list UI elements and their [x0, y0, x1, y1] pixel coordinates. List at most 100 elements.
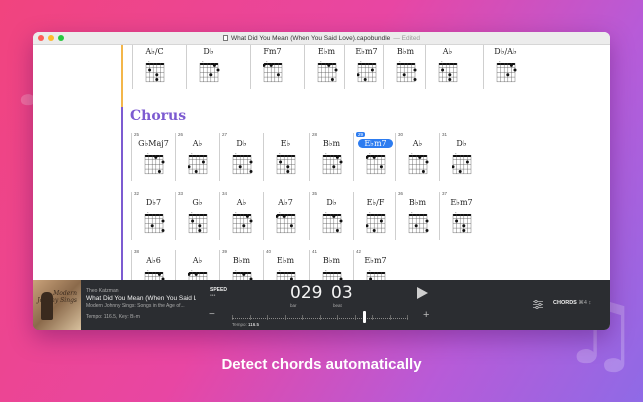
- chord-diagram: ×: [188, 269, 208, 280]
- chord-cell[interactable]: 31 D♭ ×: [439, 132, 483, 181]
- chord-diagram: ×: [188, 152, 208, 174]
- svg-text:×: ×: [455, 152, 457, 156]
- measure-number: 31: [442, 132, 448, 137]
- chord-cell[interactable]: 34 A♭ ×: [219, 191, 263, 240]
- chord-cell-current[interactable]: 29 E♭m7 ×: [353, 132, 397, 181]
- chord-name: A♭/C: [145, 47, 164, 56]
- svg-text:×: ×: [411, 211, 413, 215]
- tempo-slider[interactable]: [232, 318, 408, 319]
- chord-diagram: ×: [357, 60, 377, 82]
- document-icon: [222, 35, 228, 41]
- chord-cell[interactable]: 42 E♭m7 ×: [353, 249, 397, 280]
- chord-cell[interactable]: 41 B♭m ×: [309, 249, 353, 280]
- chord-cell[interactable]: A♭ ×: [175, 250, 219, 280]
- chord-cell[interactable]: E♭ ×: [263, 133, 307, 181]
- svg-text:×: ×: [411, 152, 413, 156]
- chord-cell[interactable]: D♭ ×: [186, 45, 230, 89]
- chord-diagram: ×: [322, 211, 343, 233]
- measure-number: 39: [222, 249, 228, 254]
- tempo-readout: Tempo: 116.5: [232, 322, 259, 327]
- svg-text:×: ×: [191, 269, 193, 273]
- chord-cell[interactable]: 39 B♭m ×: [219, 249, 263, 280]
- measure-number: 28: [312, 132, 318, 137]
- section-marker-chorus: [121, 107, 123, 280]
- chord-cell[interactable]: 33 G♭ ×: [175, 191, 219, 240]
- chord-cell[interactable]: 27 D♭ ×: [219, 132, 263, 181]
- chord-name: A♭: [412, 139, 423, 148]
- svg-text:×: ×: [235, 269, 237, 273]
- chord-cell[interactable]: 26 A♭ ×: [175, 132, 219, 181]
- chord-cell[interactable]: B♭m ×: [383, 45, 427, 89]
- chord-cell[interactable]: A♭7 ×: [263, 192, 307, 240]
- measure-number: 27: [222, 132, 228, 137]
- svg-text:×: ×: [147, 211, 149, 215]
- tempo-key-info: Tempo: 116.5, Key: B♭m: [86, 314, 140, 320]
- chord-name: B♭m: [322, 139, 341, 148]
- measure-number: 42: [356, 249, 362, 254]
- measure-number: 37: [442, 191, 448, 196]
- chord-diagram: ×: [144, 269, 165, 280]
- chord-cell[interactable]: 28 B♭m ×: [309, 132, 353, 181]
- chord-name: E♭m7: [450, 198, 473, 207]
- tempo-slider-thumb[interactable]: [362, 311, 366, 323]
- svg-text:×: ×: [369, 152, 371, 156]
- tempo-readout-label: Tempo:: [232, 322, 247, 327]
- play-button[interactable]: [417, 287, 428, 299]
- beat-counter: 03: [331, 283, 353, 303]
- chord-cell[interactable]: 40 E♭m ×: [263, 249, 307, 280]
- measure-number: 40: [266, 249, 272, 254]
- view-mode-select[interactable]: CHORDS ⌘4 ↕: [553, 300, 591, 306]
- chord-cell[interactable]: E♭m ×: [304, 45, 348, 89]
- chord-diagram: ×: [276, 211, 296, 233]
- app-window: What Did You Mean (When You Said Love).c…: [33, 32, 610, 330]
- measure-number: 41: [312, 249, 318, 254]
- chord-cell[interactable]: Fm7 ×: [250, 45, 294, 89]
- chord-diagram: ×: [366, 152, 386, 174]
- svg-text:×: ×: [369, 269, 371, 273]
- chord-name: A♭: [236, 198, 247, 207]
- chord-cell[interactable]: 35 D♭ ×: [309, 191, 353, 240]
- chord-cell[interactable]: E♭/F ×: [353, 192, 397, 240]
- chord-diagram: ×: [366, 269, 386, 280]
- svg-text:×: ×: [320, 60, 322, 64]
- svg-text:×: ×: [279, 269, 281, 273]
- chord-name: B♭m: [396, 47, 415, 56]
- svg-text:×: ×: [279, 211, 281, 215]
- album-art-title: Modern Johnny Sings: [37, 290, 77, 304]
- chord-name: A♭: [442, 47, 453, 56]
- chord-diagram: ×: [232, 152, 253, 174]
- edited-status: — Edited: [393, 34, 421, 42]
- minimize-window-button[interactable]: [48, 35, 54, 41]
- chord-diagram: ×: [276, 269, 296, 280]
- close-window-button[interactable]: [38, 35, 44, 41]
- zoom-window-button[interactable]: [58, 35, 64, 41]
- chord-cell[interactable]: 30 A♭ ×: [395, 132, 439, 181]
- chord-cell[interactable]: 38 A♭6 ×: [131, 249, 175, 280]
- chord-diagram: ×: [232, 211, 253, 233]
- chord-diagram: ×: [276, 152, 296, 174]
- bar-counter: 029: [290, 283, 323, 303]
- measure-number: 26: [178, 132, 184, 137]
- chord-cell[interactable]: 32 D♭7 ×: [131, 191, 175, 240]
- chord-name: G♭Maj7: [138, 139, 169, 148]
- tempo-increase-button[interactable]: +: [423, 309, 429, 321]
- chord-cell[interactable]: 25 G♭Maj7 ×: [131, 132, 175, 181]
- speed-indicator: ●●●: [210, 293, 216, 297]
- chord-cell[interactable]: E♭m7 ×: [344, 45, 388, 89]
- chord-diagram: ×: [322, 269, 343, 280]
- tempo-decrease-button[interactable]: −: [209, 309, 215, 320]
- mixer-settings-icon[interactable]: [533, 300, 543, 309]
- chord-cell[interactable]: A♭ ×: [425, 45, 469, 89]
- chord-cell[interactable]: D♭/A♭ ×: [483, 45, 527, 89]
- chord-name: D♭: [236, 139, 247, 148]
- svg-text:×: ×: [325, 269, 327, 273]
- svg-text:×: ×: [191, 152, 193, 156]
- chord-cell[interactable]: 36 B♭m ×: [395, 191, 439, 240]
- chord-name: E♭/F: [366, 198, 385, 207]
- view-mode-shortcut: ⌘4 ↕: [578, 300, 592, 306]
- album-name: Modern Johnny Sings: Songs in the Age of…: [86, 303, 185, 309]
- chord-cell[interactable]: A♭/C ×: [132, 45, 176, 89]
- svg-text:×: ×: [147, 152, 149, 156]
- chord-cell[interactable]: 37 E♭m7 ×: [439, 191, 483, 240]
- chord-diagram: ×: [396, 60, 417, 82]
